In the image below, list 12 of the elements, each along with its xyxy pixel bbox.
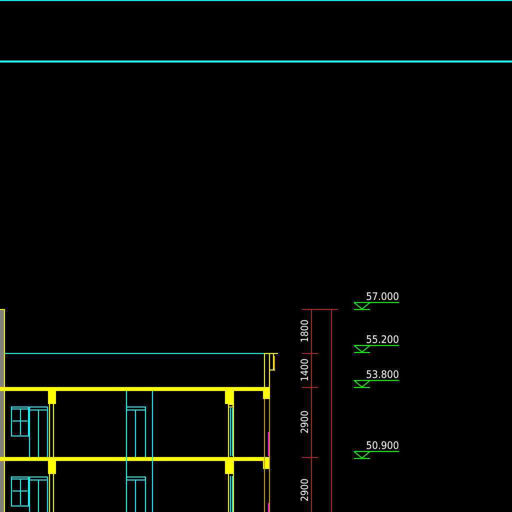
- dimension-label: 1800: [300, 320, 311, 342]
- elevation-symbol-icon: [354, 302, 400, 310]
- elevation-label: 50.900: [366, 440, 399, 452]
- elevation-symbol-icon: [354, 451, 400, 459]
- dimension-label: 1400: [300, 358, 311, 382]
- elevation-symbol-icon: [354, 345, 400, 353]
- elevation-label: 57.000: [366, 291, 399, 303]
- elevation-symbol-icon: [354, 380, 400, 388]
- dimension-label: 2900: [300, 410, 311, 434]
- dimension-label: 2900: [300, 478, 311, 502]
- elevation-label: 53.800: [366, 369, 399, 381]
- elevation-label: 55.200: [366, 334, 399, 346]
